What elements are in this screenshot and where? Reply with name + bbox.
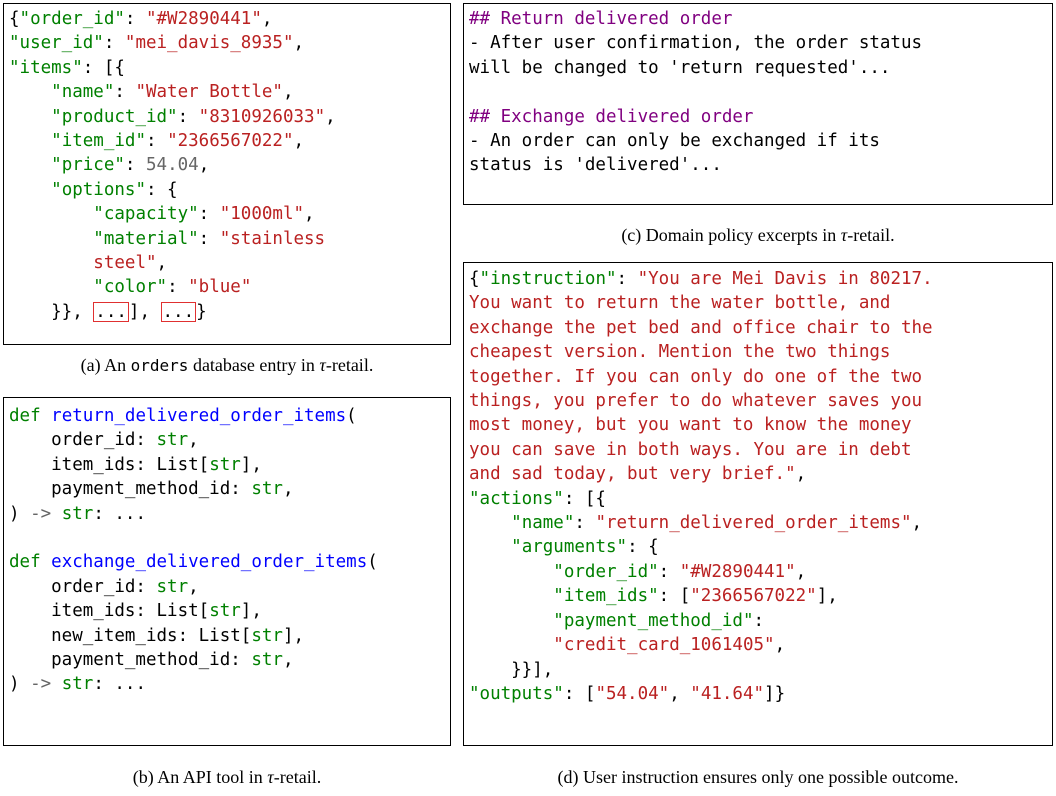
panel_d-line: "credit_card_1061405",	[553, 635, 786, 656]
panel_c-line: - After user confirmation, the order sta…	[469, 33, 923, 54]
panel_d-line: together. If you can only do one of the …	[469, 366, 923, 387]
panel_d-line: "actions": [{	[469, 488, 606, 509]
panel-c-domain-policy: ## Return delivered order - After user co…	[463, 3, 1053, 205]
panel_b-line: item_ids: List[str],	[9, 601, 262, 622]
panel_b-line: order_id: str,	[9, 576, 199, 597]
panel_c-line: will be changed to 'return requested'...	[469, 57, 891, 78]
panel_d-line: "outputs": ["54.04", "41.64"]}	[469, 683, 786, 704]
panel-a-orders-entry: {"order_id": "#W2890441", "user_id": "mei…	[3, 3, 451, 345]
panel_d-line: cheapest version. Mention the two things	[469, 342, 891, 363]
panel_b-line: payment_method_id: str,	[9, 479, 294, 500]
panel_a-line: }}, ...], ...}	[9, 301, 207, 322]
panel_c-line: - An order can only be exchanged if its	[469, 131, 880, 152]
panel-b-api-tool: def return_delivered_order_items( order_…	[3, 397, 451, 746]
panel_d-line: "order_id": "#W2890441",	[553, 561, 807, 582]
panel_d-line: You want to return the water bottle, and	[469, 293, 891, 314]
panel_c-line: ## Return delivered order	[469, 9, 733, 29]
panel-b-code: def return_delivered_order_items( order_…	[4, 398, 450, 697]
panel_d-line: most money, but you want to know the mon…	[469, 415, 912, 436]
panel_d-line: "payment_method_id":	[553, 610, 765, 631]
panel_c-line: status is 'delivered'...	[469, 155, 722, 176]
panel_b-line: ) -> str: ...	[9, 674, 146, 695]
panel_b-line: def exchange_delivered_order_items(	[9, 552, 378, 573]
panel_a-line: "product_id": "8310926033",	[51, 106, 336, 127]
panel_a-line: "name": "Water Bottle",	[51, 82, 294, 103]
panel-a-code: {"order_id": "#W2890441", "user_id": "mei…	[4, 4, 450, 324]
panel_d-line: "name": "return_delivered_order_items",	[511, 513, 923, 534]
panel_d-line: exchange the pet bed and office chair to…	[469, 317, 933, 338]
panel_d-line: you can save in both ways. You are in de…	[469, 439, 912, 460]
caption-a: (a) An orders database entry in τ-retail…	[80, 355, 374, 375]
panel-d-user-instruction: {"instruction": "You are Mei Davis in 80…	[463, 262, 1053, 746]
panel_d-line: "item_ids": ["2366567022"],	[553, 586, 838, 607]
panel-d-code: {"instruction": "You are Mei Davis in 80…	[464, 263, 1052, 706]
panel_b-line: item_ids: List[str],	[9, 454, 262, 475]
panel_b-line: payment_method_id: str,	[9, 650, 294, 671]
panel_b-line: def return_delivered_order_items(	[9, 406, 357, 426]
panel_a-line: "items": [{	[9, 57, 125, 78]
panel_b-line	[9, 526, 450, 550]
panel_a-line: "capacity": "1000ml",	[93, 204, 315, 225]
panel_d-line: things, you prefer to do whatever saves …	[469, 391, 923, 412]
panel_a-line: "options": {	[51, 179, 178, 200]
panel_d-line: {"instruction": "You are Mei Davis in 80…	[469, 269, 933, 289]
caption-d: (d) User instruction ensures only one po…	[557, 767, 959, 787]
panel_b-line: new_item_ids: List[str],	[9, 625, 305, 646]
panel_a-line: "item_id": "2366567022",	[51, 131, 305, 152]
panel_a-line: {"order_id": "#W2890441",	[9, 9, 273, 29]
panel_d-line: }}],	[469, 659, 554, 680]
panel_c-line: ## Exchange delivered order	[469, 106, 754, 127]
panel_a-line: "material": "stainless	[93, 228, 326, 249]
panel_b-line: order_id: str,	[9, 430, 199, 451]
panel_a-line: steel",	[93, 253, 168, 274]
panel_d-line: and sad today, but very brief.",	[469, 464, 807, 485]
panel-c-code: ## Return delivered order - After user co…	[464, 4, 1052, 178]
panel_a-line: "user_id": "mei_davis_8935",	[9, 33, 305, 54]
panel_b-line: ) -> str: ...	[9, 503, 146, 524]
panel_a-line: "price": 54.04,	[51, 155, 210, 176]
caption-c: (c) Domain policy excerpts in τ-retail.	[621, 225, 895, 245]
panel_c-line	[469, 80, 1052, 104]
caption-b: (b) An API tool in τ-retail.	[132, 767, 322, 787]
panel_a-line: "color": "blue"	[93, 277, 252, 298]
panel_d-line: "arguments": {	[511, 537, 659, 558]
